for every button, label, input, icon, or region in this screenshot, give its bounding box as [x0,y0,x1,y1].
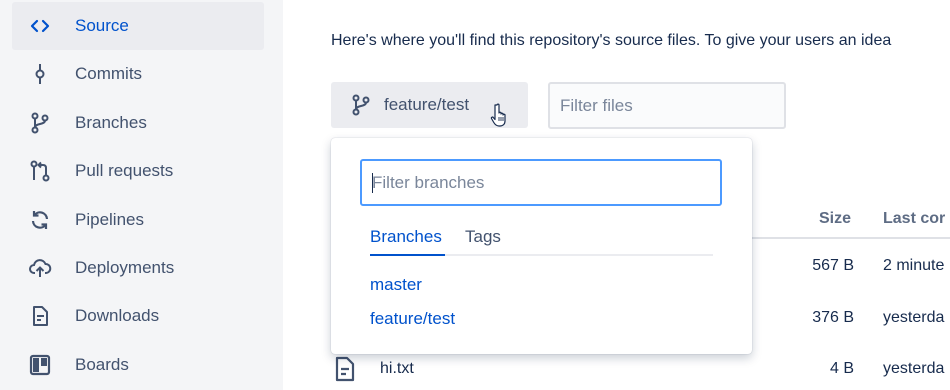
table-header-divider [752,237,950,239]
table-row-size: 376 B [812,309,854,326]
sidebar-item-label: Branches [75,113,147,132]
sidebar-item-label: Source [75,16,129,35]
table-row-last-commit: yesterda [883,360,945,377]
tab-tags[interactable]: Tags [465,227,501,247]
sidebar-item-label: Pull requests [75,161,174,180]
sidebar-item-branches[interactable]: Branches [12,99,264,147]
downloads-icon [28,304,52,328]
filter-files-input[interactable] [548,82,786,129]
branch-icon [349,93,373,117]
branch-icon [28,111,52,135]
active-tab-indicator [370,254,445,256]
branch-item-master[interactable]: master [370,275,422,295]
deployments-icon [28,256,52,280]
tab-branches[interactable]: Branches [370,227,442,247]
size-column-header[interactable]: Size [819,210,851,228]
sidebar-item-label: Pipelines [75,210,144,229]
sidebar-item-label: Boards [75,355,129,374]
sidebar-item-source[interactable]: Source [12,2,264,50]
branch-dropdown: Branches Tags master feature/test [331,138,752,354]
hand-pointer-icon [490,103,512,129]
branch-selector-label: feature/test [384,95,470,114]
intro-text: Here's where you'll find this repository… [331,32,892,49]
sidebar-item-downloads[interactable]: Downloads [12,292,264,340]
pull-request-icon [28,159,52,183]
code-icon [28,14,52,38]
sidebar-item-boards[interactable]: Boards [12,341,264,389]
table-row-file-name[interactable]: hi.txt [380,360,414,378]
branch-item-feature-test[interactable]: feature/test [370,309,455,329]
sidebar-item-label: Deployments [75,258,175,277]
pipelines-icon [28,208,52,232]
sidebar-item-label: Commits [75,64,143,83]
table-row-last-commit: yesterda [883,309,945,326]
text-caret [372,173,373,193]
sidebar-item-deployments[interactable]: Deployments [12,244,264,292]
file-icon [334,356,356,382]
filter-branches-input[interactable] [360,159,722,206]
sidebar-item-pull-requests[interactable]: Pull requests [12,147,264,195]
commit-icon [28,62,52,86]
sidebar-item-pipelines[interactable]: Pipelines [12,196,264,244]
table-row-size: 567 B [812,257,854,274]
table-row-last-commit: 2 minute [883,257,945,274]
last-commit-column-header[interactable]: Last cor [883,210,945,228]
sidebar-item-commits[interactable]: Commits [12,50,264,98]
sidebar: Source Commits Branches Pull requests Pi… [0,0,283,390]
boards-icon [28,353,52,377]
sidebar-item-label: Downloads [75,306,160,325]
table-row-size: 4 B [829,360,854,377]
